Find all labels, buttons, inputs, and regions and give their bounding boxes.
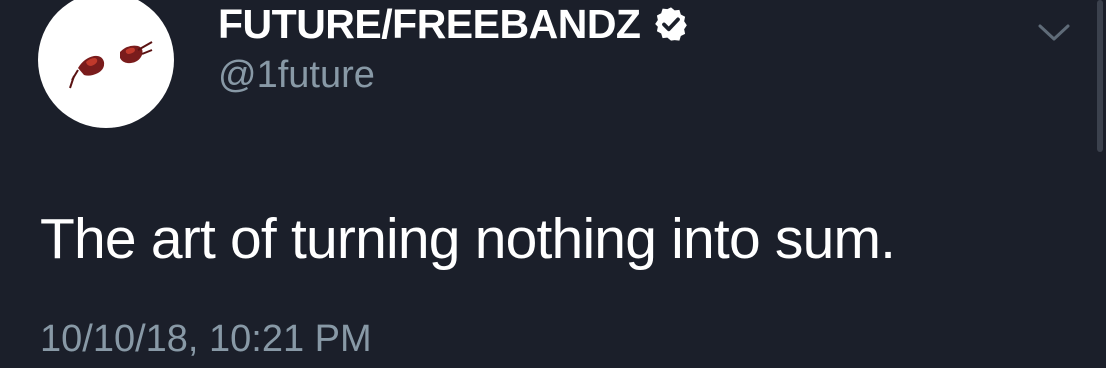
handle[interactable]: @1future	[218, 54, 375, 97]
avatar[interactable]	[38, 0, 174, 128]
timestamp[interactable]: 10/10/18, 10:21 PM	[40, 318, 372, 361]
display-name[interactable]: FUTURE/FREEBANDZ	[218, 1, 641, 48]
verified-badge-icon	[655, 7, 688, 41]
avatar-image	[69, 41, 153, 89]
display-name-row: FUTURE/FREEBANDZ	[218, 0, 690, 48]
chevron-down-icon[interactable]	[1034, 18, 1074, 46]
scrollbar[interactable]	[1097, 0, 1103, 152]
tweet-card: FUTURE/FREEBANDZ @1future The art of tur…	[0, 0, 1106, 368]
tweet-text: The art of turning nothing into sum.	[40, 207, 896, 271]
